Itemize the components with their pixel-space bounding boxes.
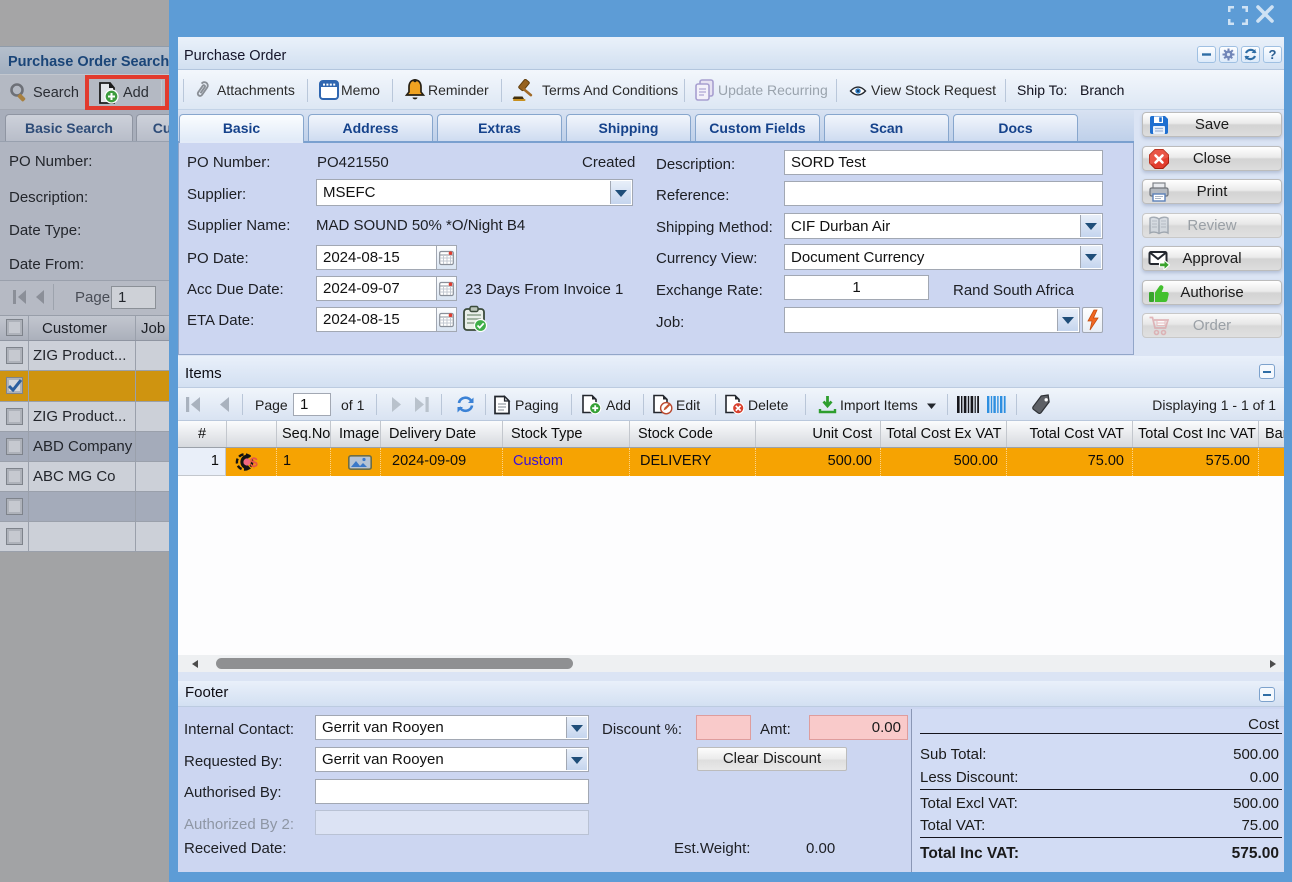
svg-text:$: $ — [250, 454, 258, 470]
